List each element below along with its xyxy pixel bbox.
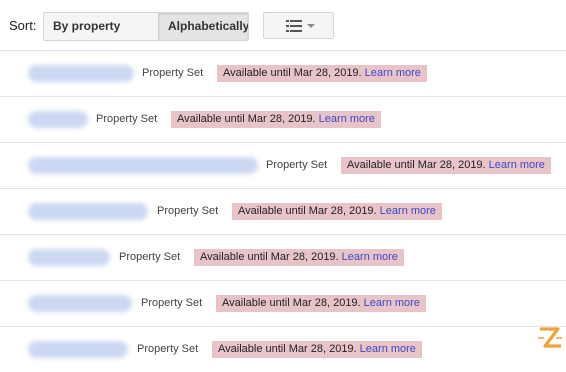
property-row[interactable]: Property Set Available until Mar 28, 201… bbox=[0, 142, 566, 188]
list-view-icon bbox=[286, 20, 302, 32]
property-row[interactable]: Property Set Available until Mar 28, 201… bbox=[0, 50, 566, 96]
learn-more-link[interactable]: Learn more bbox=[360, 343, 416, 355]
status-badge: Available until Mar 28, 2019. Learn more bbox=[194, 249, 404, 266]
status-badge: Available until Mar 28, 2019. Learn more bbox=[341, 157, 551, 174]
property-row[interactable]: Property Set Available until Mar 28, 201… bbox=[0, 280, 566, 326]
brand-logo bbox=[538, 327, 562, 348]
learn-more-link[interactable]: Learn more bbox=[342, 251, 398, 263]
property-name-redacted[interactable] bbox=[28, 295, 132, 312]
property-name-redacted[interactable] bbox=[28, 203, 148, 220]
status-badge: Available until Mar 28, 2019. Learn more bbox=[216, 295, 426, 312]
status-badge: Available until Mar 28, 2019. Learn more bbox=[232, 203, 442, 220]
property-row[interactable]: Property Set Available until Mar 28, 201… bbox=[0, 234, 566, 280]
sort-toolbar: Sort: By property health Alphabetically bbox=[0, 0, 566, 50]
chevron-down-icon bbox=[307, 24, 315, 28]
learn-more-link[interactable]: Learn more bbox=[489, 159, 545, 171]
property-row[interactable]: Property Set Available until Mar 28, 201… bbox=[0, 326, 566, 372]
property-row[interactable]: Property Set Available until Mar 28, 201… bbox=[0, 188, 566, 234]
status-badge: Available until Mar 28, 2019. Learn more bbox=[217, 65, 427, 82]
property-type: Property Set bbox=[137, 343, 199, 355]
status-badge: Available until Mar 28, 2019. Learn more bbox=[212, 341, 422, 358]
property-type: Property Set bbox=[119, 251, 181, 263]
property-type: Property Set bbox=[157, 205, 219, 217]
status-badge: Available until Mar 28, 2019. Learn more bbox=[171, 111, 381, 128]
learn-more-link[interactable]: Learn more bbox=[380, 205, 436, 217]
sort-button-group: By property health Alphabetically bbox=[43, 12, 249, 41]
sort-label: Sort: bbox=[9, 18, 37, 33]
property-name-redacted[interactable] bbox=[28, 65, 134, 82]
learn-more-link[interactable]: Learn more bbox=[319, 113, 375, 125]
property-row[interactable]: Property Set Available until Mar 28, 201… bbox=[0, 96, 566, 142]
learn-more-link[interactable]: Learn more bbox=[365, 67, 421, 79]
property-name-redacted[interactable] bbox=[28, 249, 110, 266]
property-type: Property Set bbox=[266, 159, 328, 171]
sort-by-health-button[interactable]: By property health bbox=[44, 13, 158, 40]
property-list: Property Set Available until Mar 28, 201… bbox=[0, 50, 566, 372]
property-type: Property Set bbox=[96, 113, 158, 125]
property-name-redacted[interactable] bbox=[28, 111, 88, 128]
view-mode-dropdown[interactable] bbox=[263, 12, 334, 39]
learn-more-link[interactable]: Learn more bbox=[364, 297, 420, 309]
property-type: Property Set bbox=[141, 297, 203, 309]
property-name-redacted[interactable] bbox=[28, 157, 258, 174]
sort-alphabetically-button[interactable]: Alphabetically bbox=[158, 13, 248, 40]
property-name-redacted[interactable] bbox=[28, 341, 128, 358]
property-type: Property Set bbox=[142, 67, 204, 79]
